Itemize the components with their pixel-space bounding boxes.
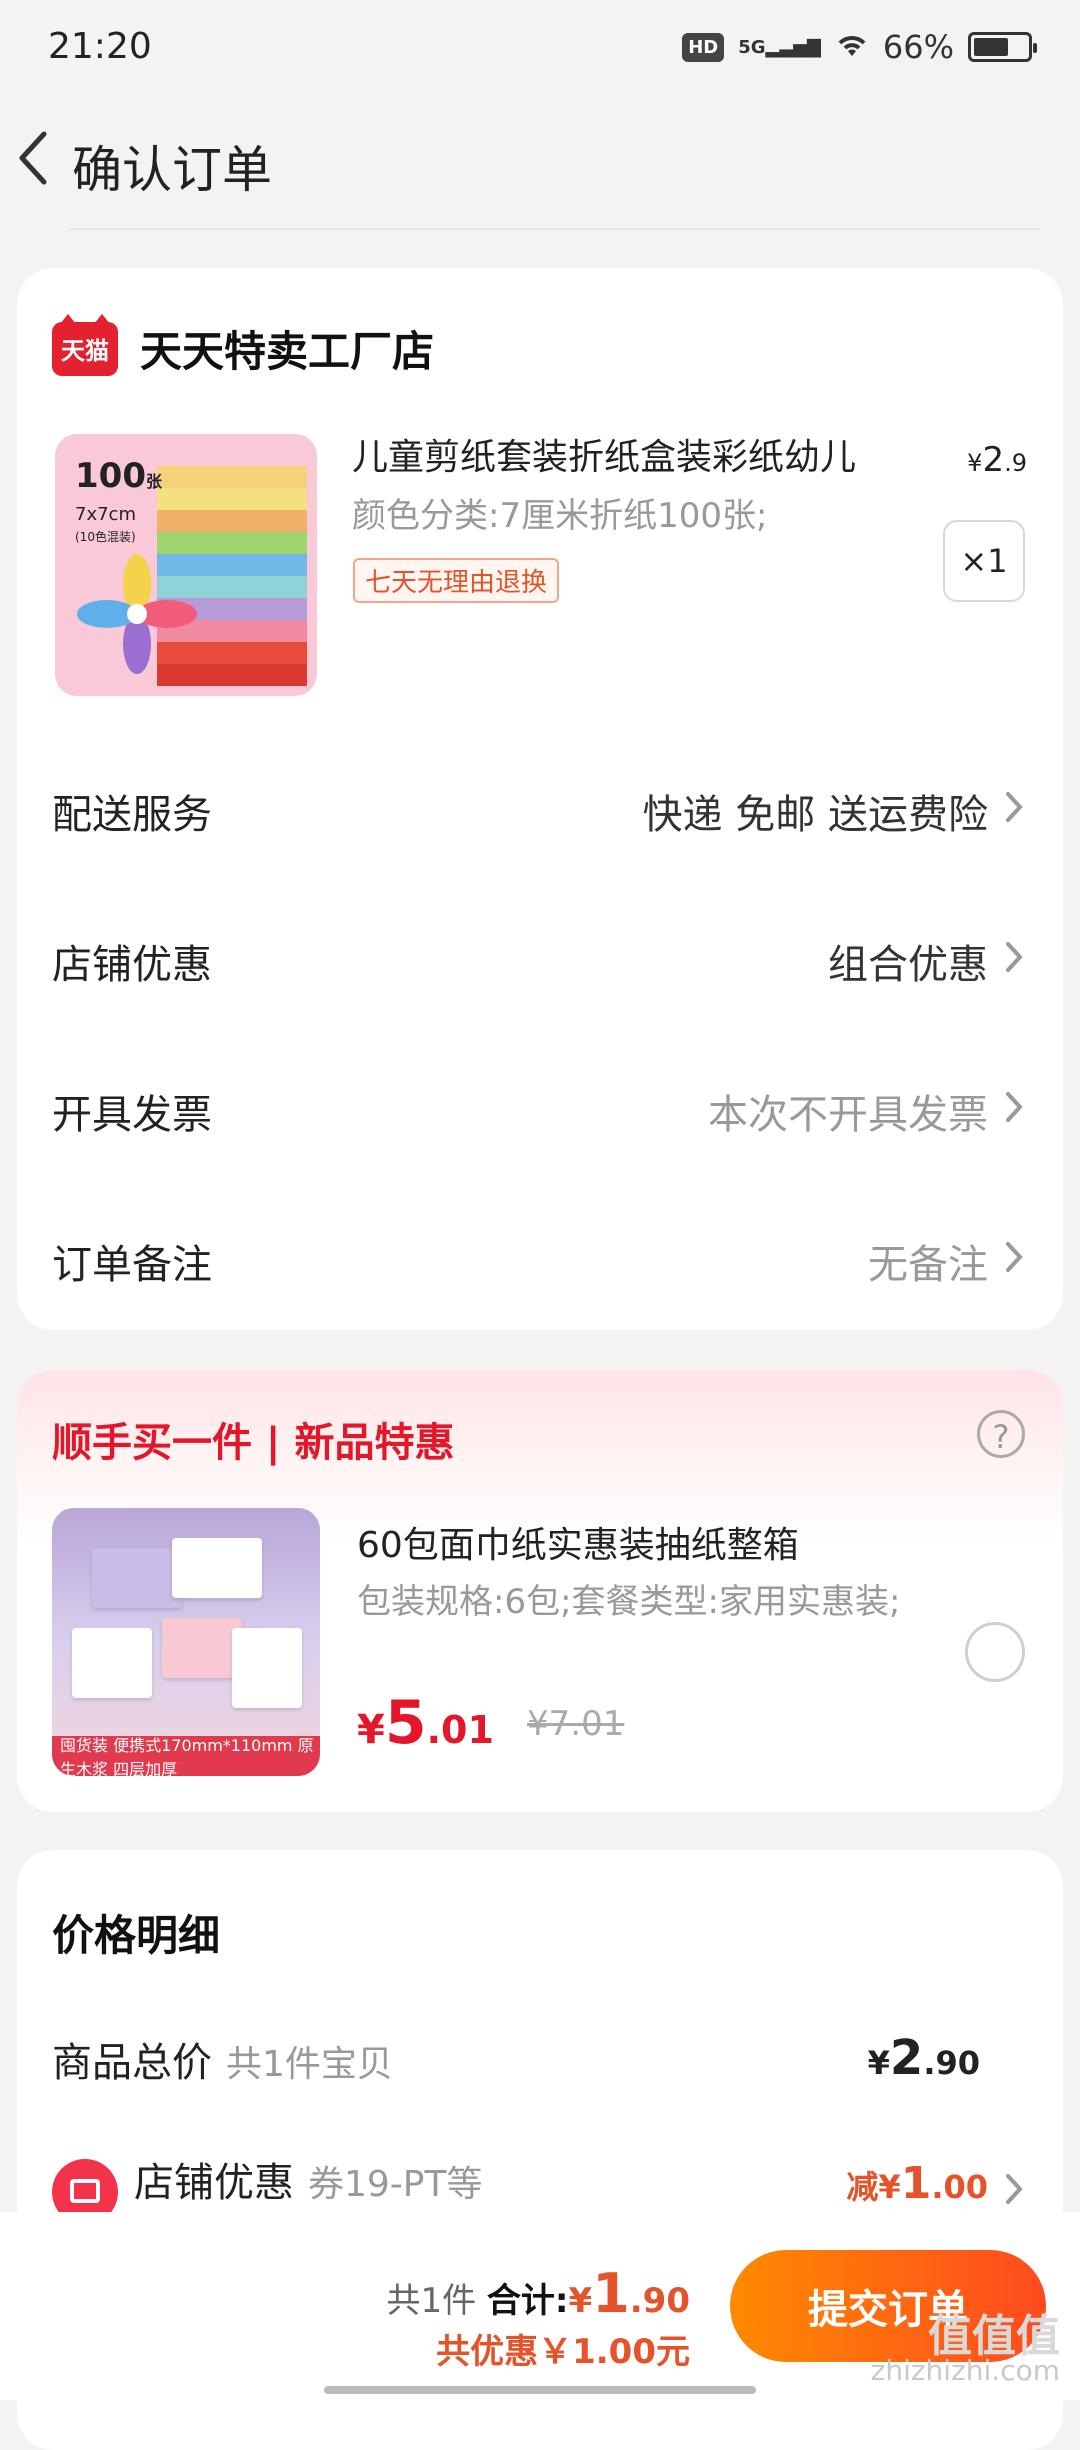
thumb-size: 7x7cm (10色混装): [75, 504, 136, 544]
shop-discount-sub: 券19-PT等: [308, 2164, 483, 2205]
product-spec[interactable]: 颜色分类:7厘米折纸100张;: [352, 488, 767, 537]
header-divider: [70, 228, 1040, 230]
product-title[interactable]: 儿童剪纸套装折纸盒装彩纸幼儿: [352, 428, 856, 480]
addon-title: 顺手买一件 | 新品特惠: [52, 1420, 455, 1466]
goods-total-value: ¥2.90: [867, 2030, 980, 2086]
goods-total-row: 商品总价 共1件宝贝 ¥2.90: [52, 2030, 1028, 2088]
tmall-logo: 天猫: [52, 313, 118, 376]
product-image[interactable]: 100张 7x7cm (10色混装): [55, 434, 317, 696]
wifi-icon: [835, 28, 869, 66]
addon-select-radio[interactable]: [965, 1622, 1025, 1682]
product-price: ¥2.9: [967, 440, 1027, 480]
invoice-row[interactable]: 开具发票 本次不开具发票: [52, 1068, 1028, 1148]
paper-flower-icon: [77, 554, 197, 674]
battery-fill: [974, 38, 1008, 56]
watermark: 值值值 zhizhizhi.com: [870, 2311, 1060, 2388]
battery-percent: 66%: [882, 28, 954, 66]
invoice-value: 本次不开具发票: [708, 1092, 988, 1138]
store-row[interactable]: 天猫 天天特卖工厂店: [52, 313, 435, 379]
addon-card: 顺手买一件 | 新品特惠 ? 囤货装 便携式170mm*110mm 原生木浆 四…: [17, 1370, 1063, 1812]
battery-icon: [968, 32, 1037, 62]
delivery-value: 快递 免邮 送运费险: [642, 792, 988, 838]
shop-discount-label: 店铺优惠: [134, 2160, 294, 2206]
goods-count: 共1件宝贝: [226, 2044, 393, 2085]
order-note-row[interactable]: 订单备注 无备注: [52, 1218, 1028, 1298]
chevron-right-icon: [1006, 942, 1023, 972]
store-discount-label: 店铺优惠: [52, 942, 212, 988]
chevron-right-icon: [1006, 1092, 1023, 1122]
saved-amount: 共优惠￥1.00元: [436, 2332, 690, 2372]
chevron-right-icon: [1006, 2174, 1023, 2204]
addon-spec: 包装规格:6包;套餐类型:家用实惠装;: [357, 1582, 901, 1622]
addon-name[interactable]: 60包面巾纸实惠装抽纸整箱: [357, 1516, 799, 1568]
store-discount-row[interactable]: 店铺优惠 组合优惠: [52, 918, 1028, 998]
signal-icon: 5G▂▃▅▇: [738, 36, 821, 58]
header: 确认订单: [0, 110, 1080, 210]
price-detail-title: 价格明细: [52, 1911, 221, 1960]
order-card: 天猫 天天特卖工厂店 100张 7x7cm (10色混装) 儿童剪纸套装折纸盒装彩…: [17, 268, 1063, 1330]
order-note-label: 订单备注: [52, 1242, 212, 1288]
delivery-label: 配送服务: [52, 792, 212, 838]
chevron-right-icon: [1006, 792, 1023, 822]
total-amount: ¥1.90: [568, 2262, 690, 2325]
status-time: 21:20: [48, 26, 152, 67]
page-title: 确认订单: [72, 141, 272, 199]
addon-thumb-ribbon: 囤货装 便携式170mm*110mm 原生木浆 四层加厚: [52, 1736, 320, 1776]
hd-icon: HD: [682, 32, 725, 62]
addon-old-price: ¥7.01: [527, 1704, 625, 1744]
order-note-value: 无备注: [868, 1242, 988, 1288]
help-icon[interactable]: ?: [977, 1410, 1025, 1458]
status-bar: 21:20 HD 5G▂▃▅▇ 66%: [0, 0, 1080, 100]
status-icons: HD 5G▂▃▅▇ 66%: [682, 28, 1037, 66]
delivery-row[interactable]: 配送服务 快递 免邮 送运费险: [52, 768, 1028, 848]
thumb-count: 100张: [75, 456, 162, 496]
home-indicator[interactable]: [324, 2386, 756, 2394]
shop-discount-value: 减¥1.00: [846, 2158, 988, 2209]
store-discount-value: 组合优惠: [828, 942, 988, 988]
goods-total-label: 商品总价: [52, 2040, 212, 2086]
return-policy-tag: 七天无理由退换: [353, 558, 560, 603]
total-summary: 共1件 合计:¥1.90: [386, 2262, 690, 2325]
quantity-button[interactable]: ×1: [943, 520, 1025, 602]
chevron-right-icon: [1006, 1242, 1023, 1272]
addon-price: ¥5.01: [357, 1688, 494, 1758]
store-name: 天天特卖工厂店: [140, 327, 435, 376]
addon-product-image[interactable]: 囤货装 便携式170mm*110mm 原生木浆 四层加厚: [52, 1508, 320, 1776]
back-arrow-icon[interactable]: [14, 128, 74, 188]
invoice-label: 开具发票: [52, 1092, 212, 1138]
